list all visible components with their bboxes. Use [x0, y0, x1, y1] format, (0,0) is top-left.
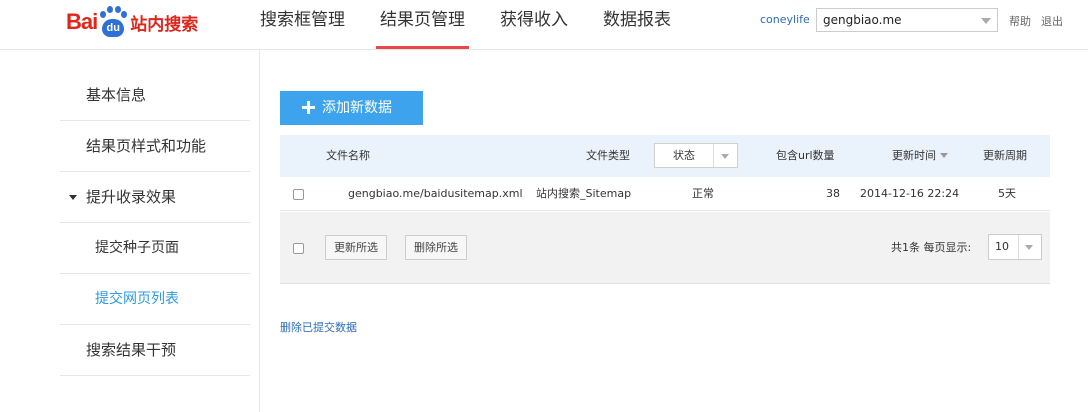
cell-file-type: 站内搜索_Sitemap — [536, 187, 632, 200]
status-filter-select[interactable]: 状态 — [654, 143, 738, 168]
cell-status: 正常 — [692, 187, 714, 200]
help-link[interactable]: 帮助 — [1009, 13, 1031, 29]
sidebar-item-label: 提交种子页面 — [95, 240, 179, 256]
sidebar-item-result-style[interactable]: 结果页样式和功能 — [60, 121, 250, 172]
logo-suffix: 站内搜索 — [130, 14, 199, 35]
chevron-down-icon — [981, 18, 991, 24]
nav-data-reports[interactable]: 数据报表 — [603, 0, 671, 50]
main-nav: 搜索框管理 结果页管理 获得收入 数据报表 — [260, 0, 706, 50]
sidebar-item-search-intervention[interactable]: 搜索结果干预 — [60, 325, 250, 376]
select-divider — [713, 144, 714, 167]
logout-link[interactable]: 退出 — [1041, 13, 1063, 29]
sidebar-item-label: 提交网页列表 — [95, 291, 179, 307]
sidebar-item-label: 基本信息 — [86, 86, 147, 104]
logo-du-text: du — [102, 19, 125, 37]
table-header: 文件名称 文件类型 状态 包含url数量 更新时间 更新周期 — [280, 135, 1050, 177]
status-filter-label: 状态 — [673, 149, 695, 162]
sidebar-item-basic-info[interactable]: 基本信息 — [60, 70, 250, 121]
col-updated-label: 更新时间 — [892, 149, 936, 162]
nav-earn-income[interactable]: 获得收入 — [500, 0, 568, 50]
sidebar-item-improve-indexing[interactable]: 提升收录效果 — [60, 172, 250, 223]
site-select[interactable]: gengbiao.me — [816, 8, 998, 32]
col-file-type: 文件类型 — [586, 149, 630, 162]
plus-icon — [302, 101, 315, 114]
paw-icon: du — [98, 5, 128, 39]
caret-down-icon — [69, 195, 77, 200]
chevron-down-icon — [1025, 245, 1033, 250]
table-footer: 更新所选 删除所选 共1条 每页显示: 10 — [280, 212, 1050, 284]
sidebar-item-label: 结果页样式和功能 — [86, 137, 207, 155]
delete-submitted-data-link[interactable]: 删除已提交数据 — [280, 319, 357, 335]
add-new-data-button[interactable]: 添加新数据 — [280, 91, 423, 125]
site-select-value: gengbiao.me — [823, 13, 902, 27]
sidebar-item-label: 搜索结果干预 — [86, 341, 177, 359]
username-link[interactable]: coneylife — [760, 13, 810, 26]
delete-selected-button[interactable]: 删除所选 — [405, 235, 467, 260]
nav-search-box-manage[interactable]: 搜索框管理 — [260, 0, 345, 50]
logo-bai-text: Bai — [66, 9, 98, 34]
col-updated-time[interactable]: 更新时间 — [892, 135, 948, 177]
top-header: Bai du 站内搜索 搜索框管理 结果页管理 获得收入 数据报表 coneyl… — [0, 0, 1088, 50]
pager-summary: 共1条 每页显示: — [891, 241, 972, 254]
page-size-select[interactable]: 10 — [988, 234, 1042, 260]
nav-results-page-manage[interactable]: 结果页管理 — [376, 0, 469, 50]
sidebar-item-submit-page-list[interactable]: 提交网页列表 — [60, 274, 250, 325]
update-selected-button[interactable]: 更新所选 — [325, 235, 387, 260]
cell-updated-time: 2014-12-16 22:24 — [860, 187, 960, 200]
chevron-down-icon — [721, 154, 729, 159]
sidebar: 基本信息 结果页样式和功能 提升收录效果 提交种子页面 提交网页列表 搜索结果干… — [0, 50, 260, 412]
page-size-value: 10 — [995, 240, 1009, 253]
col-url-count: 包含url数量 — [776, 149, 835, 162]
select-all-checkbox[interactable] — [293, 243, 304, 254]
add-button-label: 添加新数据 — [322, 100, 392, 116]
baidu-logo[interactable]: Bai du 站内搜索 — [66, 2, 198, 42]
cell-file-name: gengbiao.me/baidusitemap.xml — [348, 187, 523, 200]
row-checkbox[interactable] — [293, 189, 304, 200]
col-update-period: 更新周期 — [983, 149, 1027, 162]
sidebar-item-label: 提升收录效果 — [86, 188, 177, 206]
cell-update-period: 5天 — [998, 187, 1016, 200]
col-file-name: 文件名称 — [326, 149, 370, 162]
select-divider — [1018, 235, 1019, 259]
sort-desc-icon — [940, 153, 948, 158]
cell-url-count: 38 — [826, 187, 840, 200]
table-row: gengbiao.me/baidusitemap.xml 站内搜索_Sitema… — [280, 177, 1050, 211]
sidebar-item-submit-seed-pages[interactable]: 提交种子页面 — [60, 223, 250, 274]
